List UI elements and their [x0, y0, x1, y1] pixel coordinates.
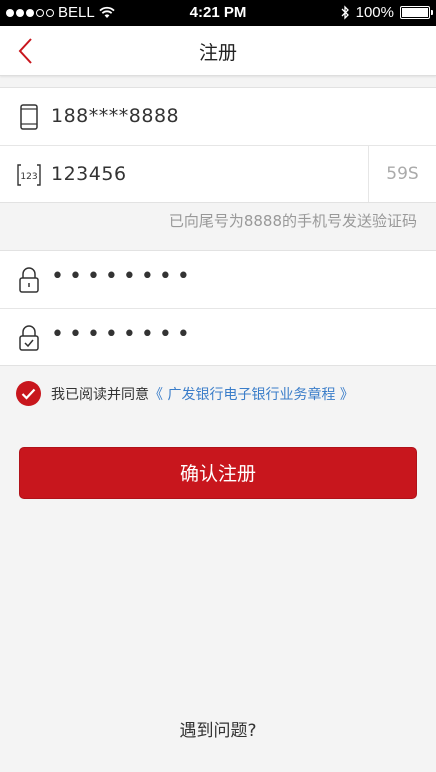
phone-icon	[20, 104, 38, 130]
agreement-row: 我已阅读并同意《 广发银行电子银行业务章程 》	[16, 381, 354, 406]
password-field[interactable]: ••••••••	[51, 264, 195, 289]
status-right: 100%	[341, 4, 433, 21]
status-bar: BELL 4:21 PM 100%	[0, 0, 436, 26]
code-row[interactable]: 123 123456 59S	[0, 145, 436, 202]
verification-code-field[interactable]: 123456	[51, 163, 127, 185]
battery-icon	[400, 6, 433, 19]
confirm-password-field[interactable]: ••••••••	[51, 322, 195, 347]
verification-code-icon: 123	[17, 164, 41, 186]
agreement-link[interactable]: 《 广发银行电子银行业务章程 》	[149, 387, 354, 403]
page-title: 注册	[198, 42, 237, 64]
agreement-prefix: 我已阅读并同意	[51, 386, 149, 403]
phone-number-field[interactable]: 188****8888	[51, 105, 179, 127]
battery-percent: 100%	[355, 4, 394, 21]
phone-code-group: 188****8888 123 123456 59S	[0, 87, 436, 203]
lock-check-icon	[19, 325, 39, 351]
navigation-bar: 注册	[0, 26, 436, 76]
svg-text:123: 123	[20, 172, 37, 182]
confirm-password-row[interactable]: ••••••••	[0, 308, 436, 365]
lock-icon	[19, 267, 39, 293]
sms-sent-hint: 已向尾号为8888的手机号发送验证码	[168, 212, 417, 230]
password-row[interactable]: ••••••••	[0, 251, 436, 308]
help-link[interactable]: 遇到问题?	[0, 716, 436, 741]
phone-row[interactable]: 188****8888	[0, 88, 436, 145]
password-group: •••••••• ••••••••	[0, 250, 436, 366]
check-icon	[21, 388, 36, 400]
agree-checkbox[interactable]	[16, 381, 41, 406]
agreement-text: 我已阅读并同意《 广发银行电子银行业务章程 》	[51, 384, 354, 404]
resend-countdown-button[interactable]: 59S	[368, 146, 436, 202]
bluetooth-icon	[341, 5, 349, 20]
confirm-register-button[interactable]: 确认注册	[19, 447, 417, 499]
